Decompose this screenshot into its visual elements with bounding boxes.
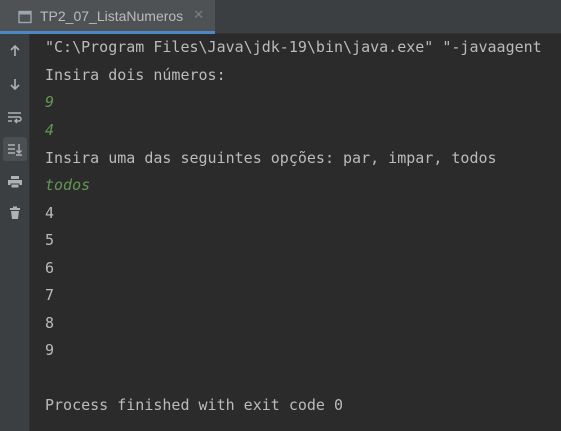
run-console-output[interactable]: "C:\Program Files\Java\jdk-19\bin\java.e… (30, 34, 561, 431)
console-line-user-input: 4 (45, 121, 55, 139)
soft-wrap-icon[interactable] (3, 105, 27, 129)
console-line-output: 9 (45, 341, 55, 359)
console-line-exit-status: Process finished with exit code 0 (45, 396, 344, 414)
console-line-output: 4 (45, 204, 55, 222)
console-window-icon (18, 9, 32, 23)
console-line-output: 5 (45, 231, 55, 249)
tab-title: TP2_07_ListaNumeros (40, 7, 184, 24)
arrow-up-icon[interactable] (3, 39, 27, 63)
console-line-user-input: 9 (45, 93, 55, 111)
scroll-to-end-icon[interactable] (3, 137, 27, 161)
print-icon[interactable] (3, 170, 27, 194)
arrow-down-icon[interactable] (3, 72, 27, 96)
editor-tab-bar: TP2_07_ListaNumeros ✕ (0, 0, 561, 34)
console-line-command: "C:\Program Files\Java\jdk-19\bin\java.e… (45, 38, 542, 56)
console-toolbar (0, 34, 30, 431)
console-line-output: 6 (45, 259, 55, 277)
close-icon[interactable]: ✕ (193, 8, 204, 23)
tab-run-console[interactable]: TP2_07_ListaNumeros ✕ (0, 0, 215, 34)
console-line-output: 8 (45, 314, 55, 332)
console-line-output: 7 (45, 286, 55, 304)
console-line-prompt-option: Insira uma das seguintes opções: par, im… (45, 149, 497, 167)
trash-icon[interactable] (3, 201, 27, 225)
console-line-user-input: todos (45, 176, 91, 194)
console-line-prompt-numbers: Insira dois números: (45, 66, 226, 84)
